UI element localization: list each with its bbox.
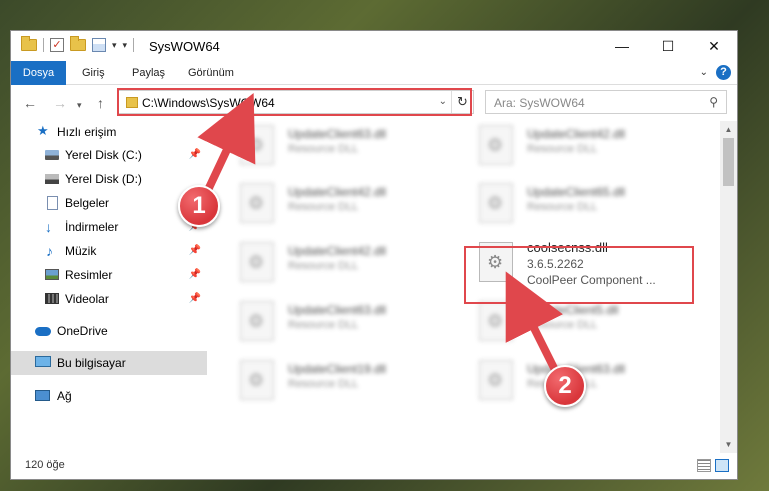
arrow-to-file (505, 271, 563, 376)
annotation-arrows (197, 93, 563, 376)
arrow-to-address-bar (197, 93, 256, 194)
step-2-badge: 2 (544, 365, 586, 407)
step-1-badge: 1 (178, 185, 220, 227)
